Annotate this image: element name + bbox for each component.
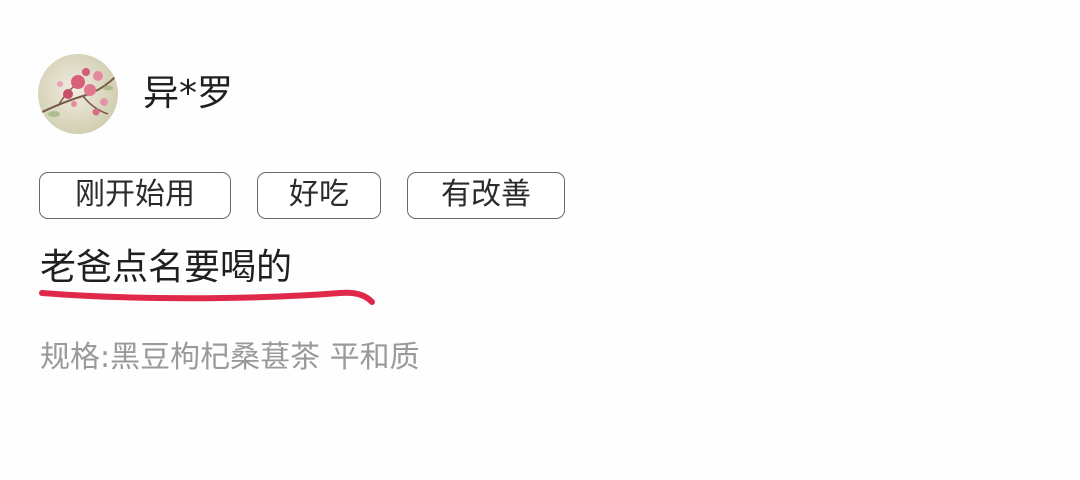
tag-list: 刚开始用 好吃 有改善 — [39, 172, 565, 219]
spec-text: 规格:黑豆枸杞桑葚茶 平和质 — [40, 340, 420, 375]
underline-stroke — [39, 289, 375, 305]
username[interactable]: 异*罗 — [143, 68, 233, 120]
review-text: 老爸点名要喝的 — [40, 247, 293, 288]
tag-chip[interactable]: 刚开始用 — [39, 172, 231, 219]
tag-chip[interactable]: 有改善 — [407, 172, 565, 219]
avatar[interactable] — [38, 54, 118, 134]
tag-chip[interactable]: 好吃 — [257, 172, 381, 219]
